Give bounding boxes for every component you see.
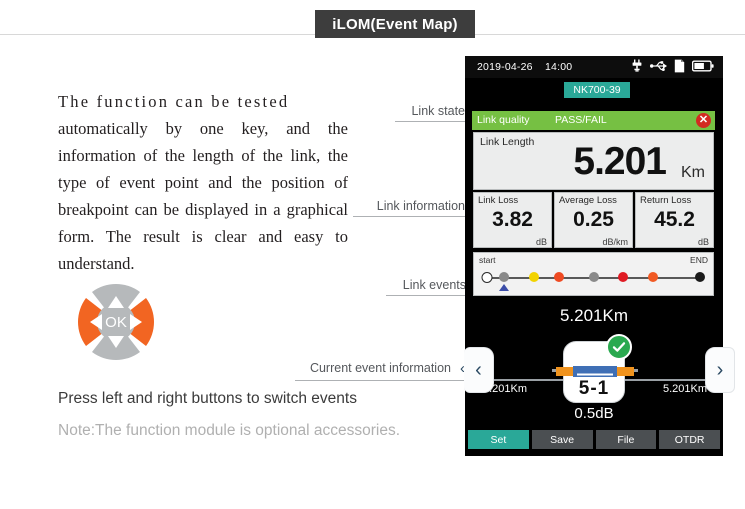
- soft-button-set[interactable]: Set: [468, 430, 529, 449]
- instruction-note: Press left and right buttons to switch e…: [58, 390, 357, 407]
- metric-value: 0.25: [573, 208, 614, 231]
- event-dot-event[interactable]: [618, 272, 629, 282]
- events-end-label: END: [690, 255, 708, 265]
- event-dot-event[interactable]: [528, 272, 539, 282]
- metric-value: 3.82: [492, 208, 533, 231]
- status-date: 2019-04-26: [477, 61, 533, 73]
- metric-unit: dB: [697, 237, 709, 247]
- page-root: iLOM(Event Map) The function can be test…: [0, 0, 745, 509]
- next-event-button[interactable]: ›: [705, 347, 735, 393]
- page-title: iLOM(Event Map): [315, 10, 475, 38]
- event-card[interactable]: 5-1: [552, 334, 638, 403]
- soft-button-file[interactable]: File: [595, 430, 657, 449]
- description-line-1: The function can be tested: [58, 92, 290, 111]
- soft-button-save[interactable]: Save: [531, 430, 593, 449]
- event-dot-event[interactable]: [554, 272, 565, 282]
- metric-unit: dB: [535, 237, 547, 247]
- callout-link-information: Link information: [353, 199, 465, 217]
- close-icon[interactable]: ✕: [696, 113, 711, 128]
- metrics-row: Link Loss 3.82 dB Average Loss 0.25 dB/k…: [473, 192, 714, 248]
- link-events-track[interactable]: start END: [473, 252, 714, 296]
- device-status-bar: 2019-04-26 14:00: [465, 56, 723, 78]
- usb-icon: [650, 61, 667, 71]
- description-text: The function can be tested automatically …: [58, 88, 348, 277]
- metric-link-loss: Link Loss 3.82 dB: [473, 192, 552, 248]
- callout-link-events: Link events: [386, 278, 466, 296]
- status-icon-group: [631, 59, 714, 73]
- description-body: automatically by one key, and the inform…: [58, 119, 348, 273]
- soft-button-bar: Set Save File OTDR: [468, 430, 720, 449]
- power-plug-icon: [632, 59, 642, 72]
- event-loss-value: 0.5dB: [574, 405, 614, 422]
- event-right-distance: 5.201Km: [662, 383, 707, 395]
- metric-label: Average Loss: [559, 195, 617, 206]
- battery-icon: [692, 60, 714, 72]
- link-length-panel: Link Length 5.201 Km: [473, 132, 714, 190]
- event-dot-event[interactable]: [588, 272, 599, 282]
- event-dot-end[interactable]: [695, 272, 705, 282]
- metric-return-loss: Return Loss 45.2 dB: [635, 192, 714, 248]
- current-event-row: 5.201Km 5.201Km 5-1 0.5dB: [465, 334, 723, 422]
- link-quality-result: PASS/FAIL: [555, 114, 607, 126]
- dpad-control[interactable]: OK: [62, 268, 170, 376]
- prev-event-button[interactable]: ‹: [464, 347, 494, 393]
- callout-link-state: Link state: [395, 104, 465, 122]
- metric-unit: dB/km: [602, 237, 628, 247]
- check-circle-icon: [606, 334, 632, 360]
- dpad-ok-button: [97, 303, 135, 341]
- event-cursor-marker: [499, 284, 510, 291]
- metric-label: Return Loss: [640, 195, 692, 206]
- callout-current-event-information: Current event information ‹: [295, 360, 465, 381]
- link-length-label: Link Length: [480, 136, 535, 148]
- event-dot-start-hollow[interactable]: [481, 271, 493, 283]
- metric-average-loss: Average Loss 0.25 dB/km: [554, 192, 633, 248]
- sd-card-icon: [674, 59, 685, 73]
- device-screen: 2019-04-26 14:00 NK700-39 Link quality P…: [465, 56, 723, 456]
- fiber-connector-icon: [552, 366, 638, 377]
- link-quality-label: Link quality: [477, 114, 530, 126]
- callout-current-event-label: Current event information: [309, 361, 451, 375]
- events-start-label: start: [479, 255, 496, 265]
- metric-label: Link Loss: [478, 195, 519, 206]
- accessory-note: Note:The function module is optional acc…: [58, 422, 401, 439]
- event-dot-connector[interactable]: [499, 272, 510, 282]
- status-time: 14:00: [545, 61, 573, 73]
- model-tab[interactable]: NK700-39: [564, 82, 630, 98]
- event-dot-event[interactable]: [648, 272, 659, 282]
- distance-readout: 5.201Km: [559, 306, 629, 325]
- soft-button-otdr[interactable]: OTDR: [659, 430, 720, 449]
- link-length-unit: Km: [681, 164, 705, 181]
- event-number: 5-1: [578, 378, 610, 399]
- link-quality-bar: Link quality PASS/FAIL ✕: [472, 111, 715, 130]
- metric-value: 45.2: [654, 208, 695, 231]
- link-length-value: 5.201: [573, 140, 667, 183]
